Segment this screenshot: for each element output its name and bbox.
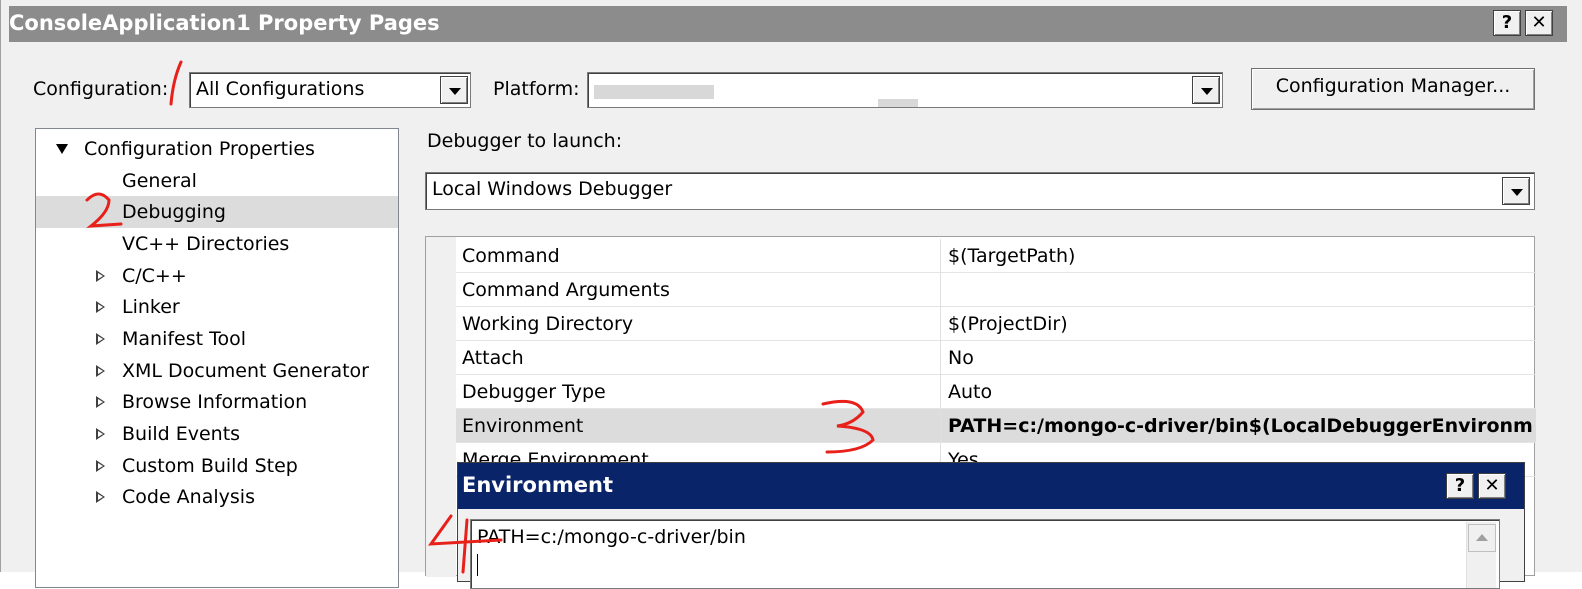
annotation-4 (427, 514, 503, 574)
annotation-3 (821, 399, 875, 454)
property-pages-window: ConsoleApplication1 Property Pages ? ✕ C… (0, 0, 1582, 589)
annotation-2 (85, 192, 123, 228)
annotation-1 (169, 60, 183, 106)
annotation-overlay (85, 60, 875, 574)
